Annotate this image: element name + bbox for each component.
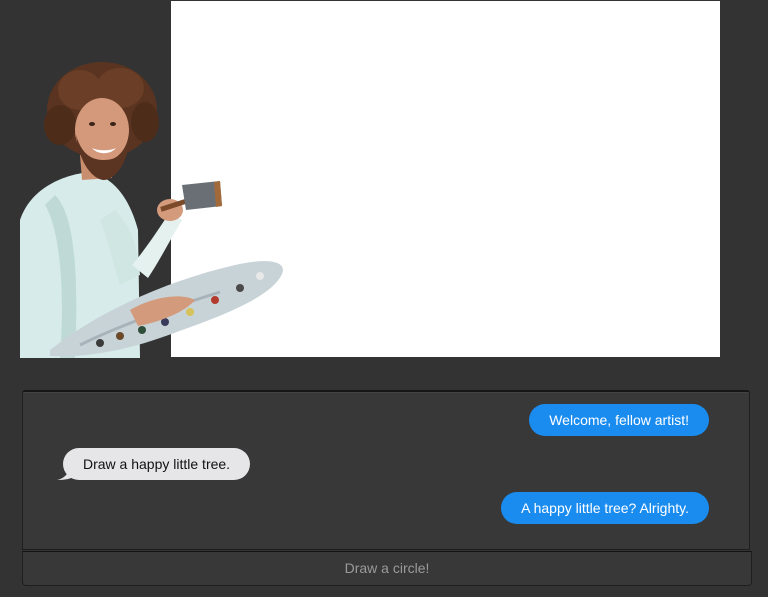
painter-with-palette-icon: [20, 62, 283, 358]
speech-tail-icon: [57, 466, 71, 480]
painter-illustration: [20, 60, 290, 358]
app-stage: Welcome, fellow artist! Draw a happy lit…: [0, 0, 768, 597]
chat-message-outgoing: A happy little tree? Alrighty.: [501, 492, 709, 524]
command-input[interactable]: Draw a circle!: [22, 551, 752, 586]
chat-message-text: Draw a happy little tree.: [83, 456, 231, 472]
chat-message-incoming: Draw a happy little tree.: [57, 448, 251, 480]
chat-panel: Welcome, fellow artist! Draw a happy lit…: [22, 390, 750, 550]
chat-message-outgoing: Welcome, fellow artist!: [529, 404, 709, 436]
